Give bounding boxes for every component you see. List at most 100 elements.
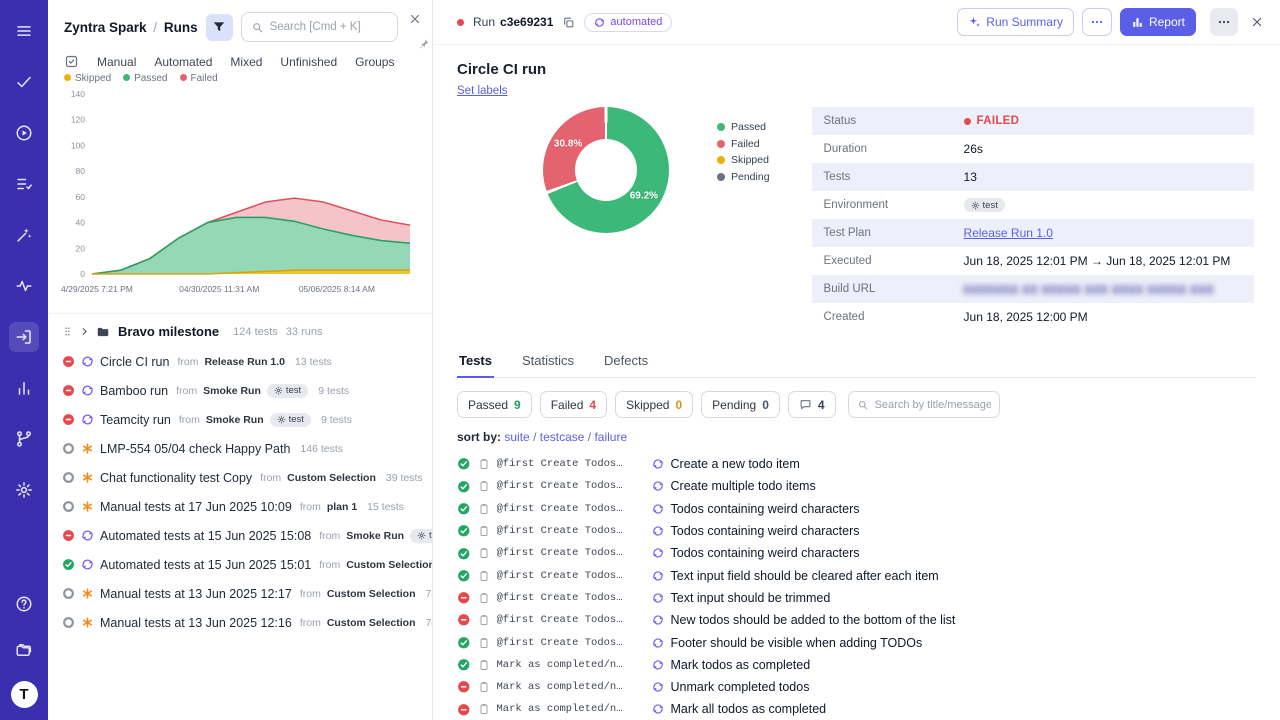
run-list-item[interactable]: Automated tests at 15 Jun 2025 15:08from… bbox=[48, 521, 432, 550]
run-title: Manual tests at 13 Jun 2025 12:17 bbox=[100, 587, 292, 601]
rail-branches-button[interactable] bbox=[9, 424, 39, 454]
detail-row-build-url: Build URL▇▇▇▇▇▇▇ ▇▇ ▇▇▇▇▇ ▇▇▇ ▇▇▇▇ ▇▇▇▇▇… bbox=[812, 275, 1254, 303]
env-chip: test bbox=[270, 413, 311, 427]
filter-chip-pending[interactable]: Pending0 bbox=[701, 391, 780, 418]
chevron-right-icon[interactable] bbox=[79, 326, 90, 337]
run-from-label: from bbox=[179, 414, 200, 426]
run-tests-count: 146 tests bbox=[300, 443, 343, 455]
copy-icon[interactable] bbox=[562, 16, 575, 29]
test-row[interactable]: @first Create Todos…Todos containing wei… bbox=[457, 520, 1256, 542]
sidebar-pin-icon[interactable] bbox=[418, 38, 430, 50]
rail-help-button[interactable] bbox=[9, 589, 39, 619]
test-row[interactable]: @first Create Todos…Create multiple todo… bbox=[457, 475, 1256, 497]
app-logo[interactable]: T bbox=[11, 681, 38, 708]
sort-link-failure[interactable]: failure bbox=[594, 430, 627, 444]
rail-runs-button[interactable] bbox=[9, 118, 39, 148]
run-list-item[interactable]: Circle CI runfromRelease Run 1.013 tests bbox=[48, 347, 432, 376]
milestone-runs-count: 33 runs bbox=[286, 326, 323, 338]
detail-value: test bbox=[964, 198, 1005, 212]
ellipsis-icon bbox=[1090, 15, 1104, 29]
rail-analytics-button[interactable] bbox=[9, 271, 39, 301]
rail-projects-button[interactable] bbox=[9, 635, 39, 665]
test-suite: @first Create Todos… bbox=[497, 592, 645, 604]
set-labels-link[interactable]: Set labels bbox=[457, 85, 508, 97]
svg-text:20: 20 bbox=[76, 243, 86, 253]
milestone-row[interactable]: Bravo milestone 124 tests33 runs bbox=[48, 314, 432, 347]
run-list-item[interactable]: LMP-554 05/04 check Happy Path146 tests bbox=[48, 434, 432, 463]
detail-value: ▇▇▇▇▇▇▇ ▇▇ ▇▇▇▇▇ ▇▇▇ ▇▇▇▇ ▇▇▇▇▇ ▇▇▇ bbox=[964, 284, 1215, 295]
sidebar-close-icon[interactable] bbox=[408, 12, 422, 26]
run-more-button[interactable] bbox=[1210, 8, 1238, 36]
drag-handle-icon[interactable] bbox=[62, 326, 73, 337]
run-list-item[interactable]: Bamboo runfromSmoke Runtest9 tests bbox=[48, 376, 432, 405]
automated-icon bbox=[652, 592, 664, 604]
sort-link-testcase[interactable]: testcase bbox=[540, 430, 585, 444]
sidebar-tab-mixed[interactable]: Mixed bbox=[230, 55, 262, 69]
tab-tests[interactable]: Tests bbox=[457, 347, 494, 378]
detail-value[interactable]: Release Run 1.0 bbox=[964, 226, 1053, 240]
tab-defects[interactable]: Defects bbox=[602, 347, 650, 377]
test-row[interactable]: @first Create Todos…Todos containing wei… bbox=[457, 498, 1256, 520]
tab-statistics[interactable]: Statistics bbox=[520, 347, 576, 377]
pulse-icon bbox=[15, 277, 33, 295]
comment-icon bbox=[799, 398, 812, 411]
rail-reports-button[interactable] bbox=[9, 373, 39, 403]
run-list-item[interactable]: Manual tests at 13 Jun 2025 12:17fromCus… bbox=[48, 579, 432, 608]
test-row[interactable]: @first Create Todos…Todos containing wei… bbox=[457, 542, 1256, 564]
filter-chip-skipped[interactable]: Skipped0 bbox=[615, 391, 693, 418]
tests-search-input[interactable] bbox=[875, 399, 991, 411]
sort-link-suite[interactable]: suite bbox=[504, 430, 529, 444]
passed-status-icon bbox=[457, 658, 471, 672]
rail-ai-button[interactable] bbox=[9, 220, 39, 250]
close-run-icon[interactable] bbox=[1250, 15, 1264, 29]
filter-chip-failed[interactable]: Failed4 bbox=[540, 391, 607, 418]
run-source: Custom Selection bbox=[346, 559, 432, 571]
run-list-item[interactable]: Manual tests at 17 Jun 2025 10:09frompla… bbox=[48, 492, 432, 521]
test-row[interactable]: @first Create Todos…New todos should be … bbox=[457, 609, 1256, 631]
select-all-icon[interactable] bbox=[64, 54, 79, 69]
sidebar-search bbox=[241, 12, 398, 42]
run-list-item[interactable]: Teamcity runfromSmoke Runtest9 tests bbox=[48, 405, 432, 434]
filter-chip-passed[interactable]: Passed9 bbox=[457, 391, 532, 418]
test-suite: Mark as completed/n… bbox=[497, 681, 645, 693]
filter-button[interactable] bbox=[206, 14, 233, 41]
run-list-item[interactable]: Manual tests at 13 Jun 2025 12:16fromCus… bbox=[48, 608, 432, 637]
sidebar-tab-manual[interactable]: Manual bbox=[97, 55, 136, 69]
run-summary-button[interactable]: Run Summary bbox=[957, 8, 1074, 36]
automated-icon bbox=[81, 558, 94, 571]
filter-label: Pending bbox=[712, 398, 756, 412]
comments-filter-chip[interactable]: 4 bbox=[788, 391, 836, 418]
summary-more-button[interactable] bbox=[1082, 8, 1112, 36]
report-button[interactable]: Report bbox=[1120, 8, 1196, 36]
detail-label: Build URL bbox=[824, 283, 964, 295]
play-circle-icon bbox=[15, 124, 33, 142]
rail-menu-button[interactable] bbox=[9, 16, 39, 46]
rail-tests-button[interactable] bbox=[9, 169, 39, 199]
test-row[interactable]: @first Create Todos…Footer should be vis… bbox=[457, 631, 1256, 653]
run-list-item[interactable]: Automated tests at 15 Jun 2025 15:01from… bbox=[48, 550, 432, 579]
breadcrumb-project[interactable]: Zyntra Spark bbox=[64, 20, 147, 35]
test-row[interactable]: Mark as completed/n…Unmark completed tod… bbox=[457, 676, 1256, 698]
rail-results-button[interactable] bbox=[9, 67, 39, 97]
rail-import-button[interactable] bbox=[9, 322, 39, 352]
test-row[interactable]: @first Create Todos…Text input field sho… bbox=[457, 564, 1256, 586]
test-row[interactable]: Mark as completed/n…Mark all todos as co… bbox=[457, 698, 1256, 720]
sidebar-tab-unfinished[interactable]: Unfinished bbox=[280, 55, 337, 69]
failed-status-icon bbox=[457, 613, 471, 627]
detail-row-executed: ExecutedJun 18, 2025 12:01 PM → Jun 18, … bbox=[812, 247, 1254, 275]
clipboard-icon bbox=[478, 525, 490, 537]
run-list-item[interactable]: Chat functionality test CopyfromCustom S… bbox=[48, 463, 432, 492]
detail-label: Test Plan bbox=[824, 227, 964, 239]
passed-status-icon bbox=[457, 547, 471, 561]
sidebar-tab-automated[interactable]: Automated bbox=[154, 55, 212, 69]
test-row[interactable]: Mark as completed/n…Mark todos as comple… bbox=[457, 654, 1256, 676]
gear-icon bbox=[274, 386, 283, 395]
sidebar-search-input[interactable] bbox=[270, 21, 388, 33]
test-row[interactable]: @first Create Todos…Text input should be… bbox=[457, 587, 1256, 609]
clipboard-icon bbox=[478, 659, 490, 671]
rail-settings-button[interactable] bbox=[9, 475, 39, 505]
sidebar-tab-groups[interactable]: Groups bbox=[355, 55, 394, 69]
test-row[interactable]: @first Create Todos…Create a new todo it… bbox=[457, 453, 1256, 475]
svg-text:40: 40 bbox=[76, 218, 86, 228]
automated-icon bbox=[652, 503, 664, 515]
